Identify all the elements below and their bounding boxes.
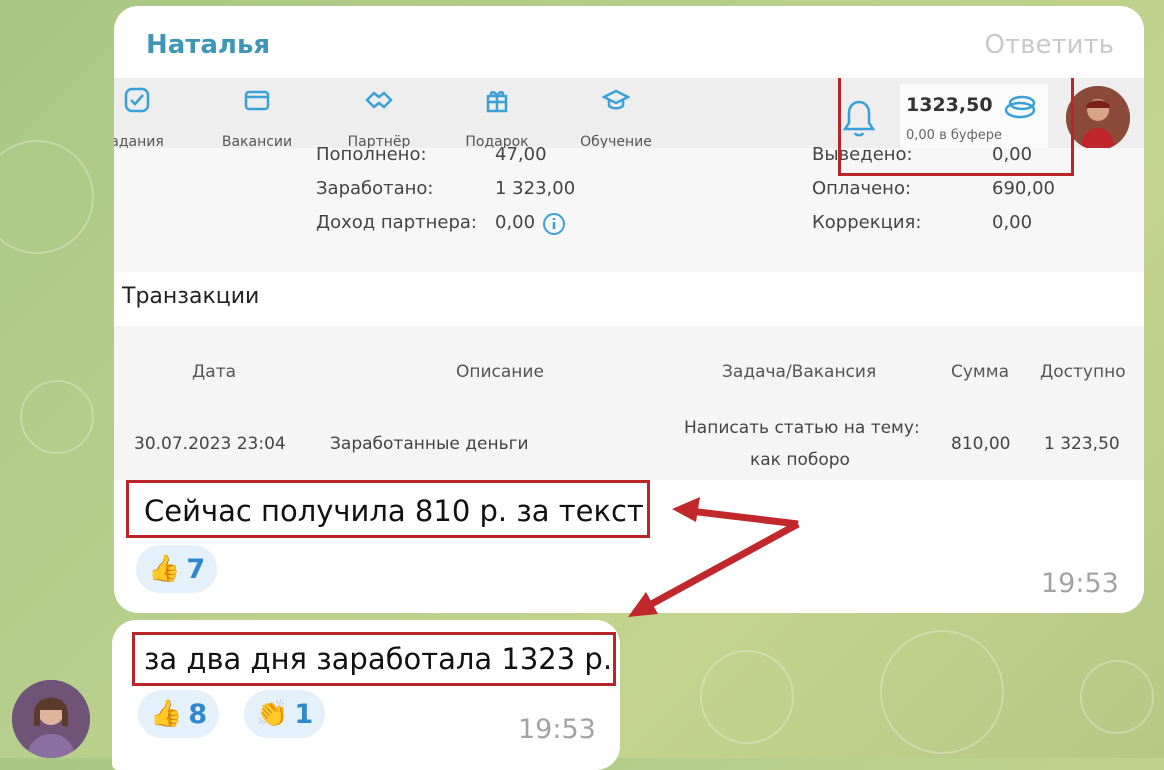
annotation-arrows [628,497,800,617]
